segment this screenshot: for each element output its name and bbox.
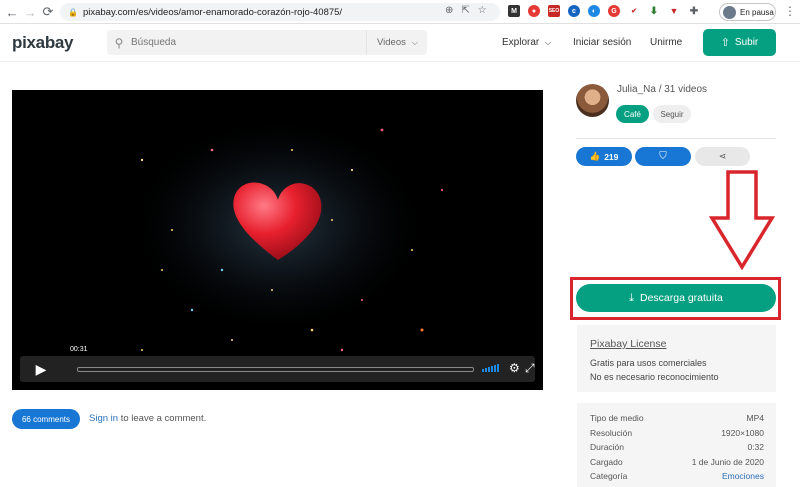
- free-download-button[interactable]: ⤓ Descarga gratuita: [576, 284, 776, 312]
- search-box: ⚲ Videos ⌵: [107, 30, 427, 55]
- extension-red-icon[interactable]: G: [608, 5, 620, 17]
- detail-label: Duración: [590, 442, 625, 452]
- like-button[interactable]: 👍 219: [576, 147, 632, 166]
- comments-count-button[interactable]: 66 comments: [12, 409, 80, 429]
- extension-pin-icon[interactable]: ▼: [668, 5, 680, 17]
- detail-label: Tipo de medio: [590, 413, 644, 423]
- explore-label: Explorar: [502, 37, 540, 48]
- search-input[interactable]: [131, 37, 371, 48]
- upload-label: Subir: [734, 37, 759, 48]
- divider: [576, 138, 776, 139]
- join-link[interactable]: Unirme: [650, 37, 682, 48]
- upload-button[interactable]: ⇧ Subir: [703, 29, 776, 56]
- video-player[interactable]: ▶ 00:31 ⚙ ⤢: [12, 90, 543, 390]
- time-tooltip: 00:31: [68, 345, 90, 354]
- video-frame: [128, 115, 444, 352]
- extension-arrow-icon[interactable]: ⬇: [648, 5, 660, 17]
- profile-paused-button[interactable]: En pausa: [719, 3, 776, 21]
- extension-c-icon[interactable]: c: [568, 5, 580, 17]
- lock-icon: 🔒: [68, 7, 78, 17]
- license-line-1: Gratis para usos comerciales: [590, 358, 707, 368]
- settings-gear-icon[interactable]: ⚙: [509, 361, 520, 375]
- more-menu-icon[interactable]: ⋮: [784, 4, 796, 18]
- profile-avatar: [723, 5, 736, 19]
- bookmark-icon: ⛉: [659, 151, 667, 162]
- extension-blue-icon[interactable]: ◐: [588, 5, 600, 17]
- share-icon: ⋖: [718, 151, 727, 161]
- play-button[interactable]: ▶: [20, 356, 62, 382]
- license-box: Pixabay License Gratis para usos comerci…: [577, 325, 776, 392]
- extension-check-icon[interactable]: ✔: [628, 5, 640, 17]
- forward-icon[interactable]: →: [21, 3, 39, 21]
- comment-signin-text: Sign in to leave a comment.: [89, 413, 206, 424]
- back-icon[interactable]: ←: [3, 3, 21, 21]
- search-icon[interactable]: ⚲: [107, 36, 131, 50]
- address-bar[interactable]: 🔒 pixabay.com/es/videos/amor-enamorado-c…: [60, 3, 500, 21]
- bookmark-button[interactable]: ⛉: [635, 147, 691, 166]
- thumbs-up-icon: 👍: [589, 151, 601, 161]
- detail-label: Resolución: [590, 427, 633, 438]
- detail-row: Duración 0:32: [590, 440, 764, 455]
- site-header: pixabay ⚲ Videos ⌵ Explorar ⌵ Iniciar se…: [0, 25, 800, 62]
- detail-value: 0:32: [747, 442, 764, 452]
- signin-rest-text: to leave a comment.: [118, 413, 207, 424]
- reload-icon[interactable]: ⟳: [39, 3, 57, 21]
- extension-m-icon[interactable]: M: [508, 5, 520, 17]
- detail-row: Tipo de medio MP4: [590, 411, 764, 426]
- signin-link[interactable]: Sign in: [89, 413, 118, 424]
- share-button[interactable]: ⋖: [695, 147, 750, 166]
- extensions-puzzle-icon[interactable]: ✚: [688, 5, 700, 17]
- zoom-icon[interactable]: ⊕: [445, 5, 453, 16]
- detail-value: 1920×1080: [721, 427, 764, 438]
- license-link[interactable]: Pixabay License: [590, 338, 764, 350]
- author-name[interactable]: Julia_Na / 31 videos: [617, 84, 707, 95]
- red-arrow-annotation: [708, 170, 776, 270]
- detail-label: Cargado: [590, 456, 623, 467]
- detail-label: Categoría: [590, 471, 628, 481]
- extension-seo-icon[interactable]: SEO: [548, 5, 560, 17]
- media-details: Tipo de medio MP4 Resolución 1920×1080 D…: [577, 403, 776, 487]
- login-link[interactable]: Iniciar sesión: [573, 37, 631, 48]
- share-page-icon[interactable]: ⇱: [461, 5, 469, 16]
- explore-menu[interactable]: Explorar ⌵: [502, 37, 551, 48]
- detail-row: Resolución 1920×1080: [590, 426, 764, 441]
- pixabay-logo[interactable]: pixabay: [12, 33, 74, 53]
- chevron-down-icon: ⌵: [545, 38, 552, 47]
- category-link[interactable]: Emociones: [722, 469, 764, 484]
- play-icon: ▶: [35, 360, 47, 377]
- video-controls: ▶ 00:31 ⚙ ⤢: [20, 345, 535, 382]
- search-type-label: Videos: [377, 37, 406, 48]
- star-icon[interactable]: ☆: [478, 5, 487, 16]
- follow-button[interactable]: Seguir: [653, 105, 691, 123]
- detail-row: Cargado 1 de Junio de 2020: [590, 455, 764, 470]
- detail-row: Categoría Emociones: [590, 469, 764, 484]
- coffee-button[interactable]: Café: [616, 105, 649, 123]
- detail-value: MP4: [746, 413, 764, 423]
- download-icon: ⤓: [629, 291, 634, 304]
- detail-value: 1 de Junio de 2020: [691, 456, 764, 467]
- license-line-2: No es necesario reconocimiento: [590, 372, 719, 382]
- url-text: pixabay.com/es/videos/amor-enamorado-cor…: [82, 6, 343, 18]
- chevron-down-icon: ⌵: [411, 37, 418, 47]
- author-avatar[interactable]: [576, 84, 609, 117]
- upload-icon: ⇧: [720, 37, 730, 49]
- extension-dot-icon[interactable]: ●: [528, 5, 540, 17]
- browser-toolbar: ← → ⟳ 🔒 pixabay.com/es/videos/amor-enamo…: [0, 0, 800, 24]
- paused-label: En pausa: [740, 7, 774, 17]
- download-label: Descarga gratuita: [639, 292, 723, 304]
- volume-icon[interactable]: [482, 364, 499, 372]
- like-count: 219: [604, 151, 619, 162]
- progress-bar[interactable]: [77, 367, 474, 372]
- search-type-select[interactable]: Videos ⌵: [366, 30, 428, 55]
- fullscreen-icon[interactable]: ⤢: [525, 361, 535, 376]
